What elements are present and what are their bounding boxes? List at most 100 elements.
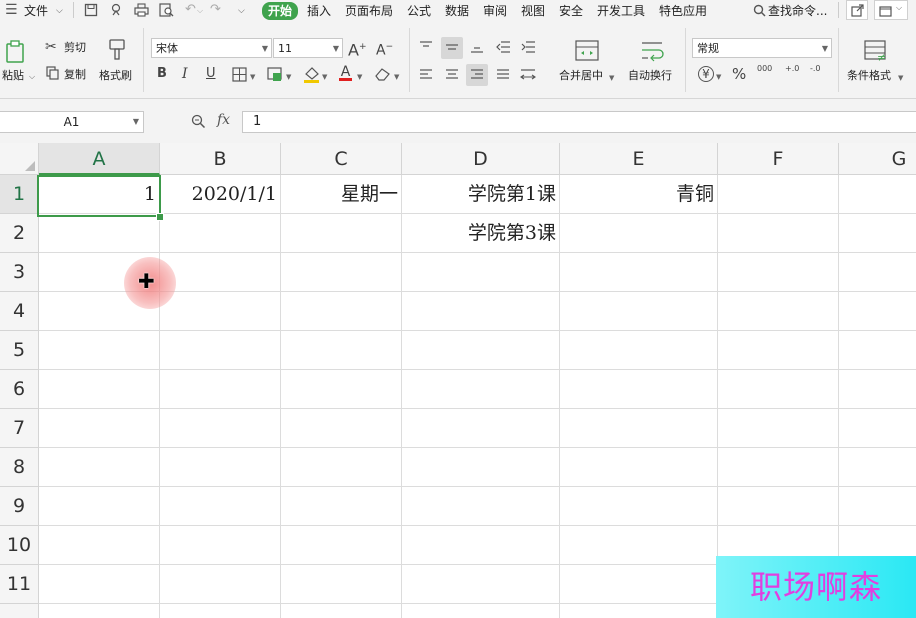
thousands-separator-button[interactable]: 000 bbox=[757, 64, 772, 73]
justify-icon[interactable] bbox=[496, 68, 510, 82]
conditional-format-button[interactable]: 条件格式 bbox=[847, 69, 891, 83]
zoom-icon[interactable] bbox=[191, 114, 206, 129]
file-menu[interactable]: 文件 bbox=[24, 3, 48, 19]
column-header-b[interactable]: B bbox=[160, 143, 281, 175]
align-middle-icon[interactable] bbox=[445, 40, 459, 54]
font-color-dropdown-icon[interactable]: ▼ bbox=[357, 69, 362, 85]
paste-dropdown-icon[interactable]: ⌵ bbox=[29, 69, 35, 85]
cell-c1[interactable]: 星期一 bbox=[281, 175, 401, 214]
column-header-a[interactable]: A bbox=[39, 143, 160, 175]
print-preview-icon[interactable] bbox=[159, 3, 174, 17]
row-header-6[interactable]: 6 bbox=[0, 370, 39, 409]
copy-icon[interactable] bbox=[46, 66, 60, 80]
tab-review[interactable]: 审阅 bbox=[483, 3, 507, 19]
decrease-decimal-button[interactable]: -.0 bbox=[810, 64, 821, 73]
tab-special-apps[interactable]: 特色应用 bbox=[659, 3, 707, 19]
row-header-11[interactable]: 11 bbox=[0, 565, 39, 604]
increase-indent-icon[interactable] bbox=[521, 40, 536, 54]
align-left-icon[interactable] bbox=[419, 68, 433, 82]
scissors-icon[interactable]: ✂ bbox=[45, 39, 57, 55]
wrap-text-icon[interactable] bbox=[640, 40, 664, 62]
currency-dropdown-icon[interactable]: ▼ bbox=[716, 69, 721, 85]
tab-developer[interactable]: 开发工具 bbox=[597, 3, 645, 19]
cell-d1[interactable]: 学院第1课 bbox=[402, 175, 559, 214]
copy-button[interactable]: 复制 bbox=[64, 68, 86, 82]
merge-center-button[interactable]: 合并居中 bbox=[559, 69, 603, 83]
font-color-button[interactable]: A bbox=[339, 64, 352, 81]
select-all-corner[interactable] bbox=[0, 143, 39, 175]
row-header-8[interactable]: 8 bbox=[0, 448, 39, 487]
fill-color-icon[interactable] bbox=[303, 66, 320, 84]
share-icon[interactable] bbox=[109, 3, 123, 17]
row-header-3[interactable]: 3 bbox=[0, 253, 39, 292]
borders-icon[interactable] bbox=[232, 67, 247, 82]
wrap-text-button[interactable]: 自动换行 bbox=[628, 69, 672, 83]
spreadsheet-grid[interactable]: A B C D E F G 1 2 3 4 5 6 7 8 9 10 11 1 … bbox=[0, 143, 916, 618]
currency-button[interactable]: ¥ bbox=[698, 66, 714, 82]
row-header-5[interactable]: 5 bbox=[0, 331, 39, 370]
file-dropdown-icon[interactable]: ⌵ bbox=[56, 3, 63, 19]
quick-access-dropdown-icon[interactable]: ⌵ bbox=[238, 3, 245, 19]
column-header-g[interactable]: G bbox=[839, 143, 916, 175]
fill-handle[interactable] bbox=[156, 213, 164, 221]
paste-button[interactable]: 粘贴 bbox=[2, 69, 24, 83]
cell-style-dropdown-icon[interactable]: ▼ bbox=[286, 69, 291, 85]
align-right-icon[interactable] bbox=[470, 68, 484, 82]
merge-center-icon[interactable] bbox=[575, 40, 599, 62]
cell-d2[interactable]: 学院第3课 bbox=[402, 214, 559, 253]
fill-color-dropdown-icon[interactable]: ▼ bbox=[322, 69, 327, 85]
percent-button[interactable]: % bbox=[732, 66, 746, 82]
cell-b1[interactable]: 2020/1/1 bbox=[160, 175, 280, 214]
clear-format-icon[interactable] bbox=[374, 67, 391, 81]
align-bottom-icon[interactable] bbox=[470, 40, 484, 54]
row-header-12[interactable] bbox=[0, 604, 39, 618]
cell-e1[interactable]: 青铜 bbox=[560, 175, 717, 214]
number-format-select[interactable]: 常规 ▼ bbox=[692, 38, 832, 58]
font-size-select[interactable]: 11 ▼ bbox=[273, 38, 343, 58]
more-button[interactable]: ⌵ bbox=[874, 0, 908, 20]
row-header-9[interactable]: 9 bbox=[0, 487, 39, 526]
formula-input[interactable]: 1 bbox=[242, 111, 916, 133]
fx-button[interactable]: fx bbox=[217, 112, 230, 128]
row-header-1[interactable]: 1 bbox=[0, 175, 39, 214]
format-painter-icon[interactable] bbox=[107, 39, 127, 61]
tab-view[interactable]: 视图 bbox=[521, 3, 545, 19]
row-header-4[interactable]: 4 bbox=[0, 292, 39, 331]
cut-button[interactable]: 剪切 bbox=[64, 41, 86, 55]
share-button[interactable] bbox=[846, 0, 868, 20]
decrease-indent-icon[interactable] bbox=[496, 40, 511, 54]
merge-dropdown-icon[interactable]: ▼ bbox=[609, 70, 614, 86]
cell-style-icon[interactable] bbox=[267, 67, 283, 82]
row-header-2[interactable]: 2 bbox=[0, 214, 39, 253]
tab-page-layout[interactable]: 页面布局 bbox=[345, 3, 393, 19]
conditional-format-dropdown-icon[interactable]: ▼ bbox=[898, 70, 903, 86]
search-icon[interactable] bbox=[753, 4, 766, 17]
tab-data[interactable]: 数据 bbox=[445, 3, 469, 19]
shrink-font-button[interactable]: A− bbox=[376, 39, 393, 59]
save-icon[interactable] bbox=[84, 3, 98, 17]
distributed-align-icon[interactable] bbox=[520, 68, 536, 82]
column-header-d[interactable]: D bbox=[402, 143, 560, 175]
tab-security[interactable]: 安全 bbox=[559, 3, 583, 19]
tab-insert[interactable]: 插入 bbox=[307, 3, 331, 19]
format-painter-button[interactable]: 格式刷 bbox=[99, 69, 132, 83]
italic-button[interactable]: I bbox=[182, 66, 188, 82]
paste-icon[interactable] bbox=[5, 40, 27, 64]
align-center-icon[interactable] bbox=[445, 68, 459, 82]
print-icon[interactable] bbox=[134, 3, 149, 17]
row-header-10[interactable]: 10 bbox=[0, 526, 39, 565]
font-name-select[interactable]: 宋体 ▼ bbox=[151, 38, 272, 58]
undo-dropdown-icon[interactable]: ⌵ bbox=[197, 3, 203, 19]
hamburger-menu-icon[interactable]: ☰ bbox=[5, 2, 18, 18]
name-box[interactable]: A1 ▼ bbox=[0, 111, 144, 133]
borders-dropdown-icon[interactable]: ▼ bbox=[250, 69, 255, 85]
undo-icon[interactable]: ↶ bbox=[185, 2, 196, 18]
clear-format-dropdown-icon[interactable]: ▼ bbox=[394, 69, 399, 85]
command-search[interactable]: 查找命令... bbox=[768, 3, 827, 19]
column-header-c[interactable]: C bbox=[281, 143, 402, 175]
underline-button[interactable]: U bbox=[206, 66, 216, 82]
column-header-f[interactable]: F bbox=[718, 143, 839, 175]
row-header-7[interactable]: 7 bbox=[0, 409, 39, 448]
align-top-icon[interactable] bbox=[419, 40, 433, 54]
tab-formulas[interactable]: 公式 bbox=[407, 3, 431, 19]
